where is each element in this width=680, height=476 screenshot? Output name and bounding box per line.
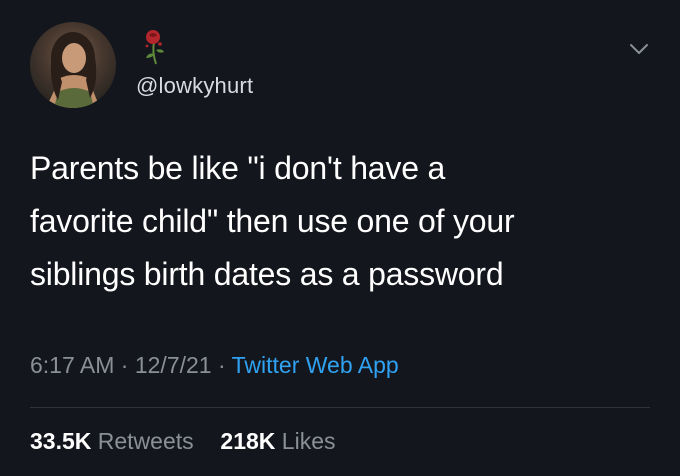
avatar[interactable] (30, 22, 116, 108)
tweet-source[interactable]: Twitter Web App (232, 352, 399, 378)
tweet-meta: 6:17 AM · 12/7/21 · Twitter Web App (30, 352, 399, 379)
likes-count: 218K (220, 428, 276, 454)
divider (30, 407, 650, 408)
tweet-stats: 33.5K Retweets 218K Likes (30, 428, 336, 455)
retweets-count: 33.5K (30, 428, 92, 454)
tweet-text: Parents be like "i don't have a favorite… (30, 150, 515, 292)
tweet-card: @lowkyhurt Parents be like "i don't have… (0, 0, 680, 476)
likes-label: Likes (281, 428, 336, 454)
author-handle[interactable]: @lowkyhurt (136, 73, 253, 99)
tweet-date[interactable]: 12/7/21 (135, 352, 212, 378)
rose-wilted-icon (145, 30, 164, 65)
retweets-stat[interactable]: 33.5K Retweets (30, 428, 200, 454)
likes-stat[interactable]: 218K Likes (220, 428, 335, 454)
meta-separator: · (120, 352, 129, 378)
chevron-down-icon[interactable] (628, 38, 650, 60)
meta-separator: · (217, 352, 226, 378)
retweets-label: Retweets (97, 428, 194, 454)
tweet-time[interactable]: 6:17 AM (30, 352, 114, 378)
